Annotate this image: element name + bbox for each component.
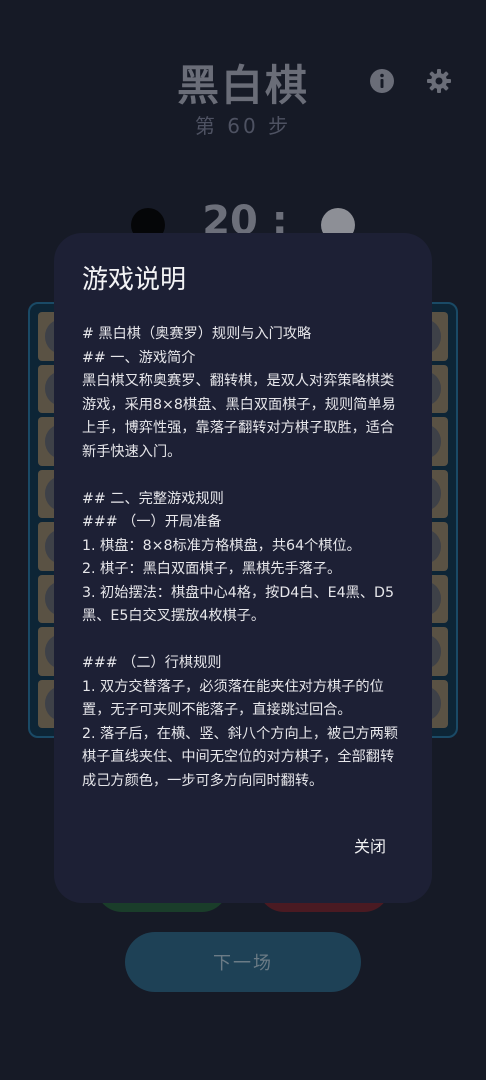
- dialog-text-line: 黑、E5白交叉摆放4枚棋子。: [82, 608, 266, 624]
- dialog-text-line: ## 二、完整游戏规则: [82, 490, 224, 507]
- info-icon[interactable]: [369, 68, 395, 94]
- next-game-button[interactable]: 下一场: [125, 932, 361, 992]
- dialog-text-line: 棋子直线夹住、中间无空位的对方棋子，全部翻转: [82, 749, 395, 765]
- dialog-text-line: 成己方颜色，一步可多方向同时翻转。: [82, 772, 324, 789]
- game-title: 黑白棋: [176, 61, 309, 110]
- instructions-dialog: 游戏说明 # 黑白棋（奥赛罗）规则与入门攻略 ## 一、游戏简介黑白棋又称奥赛罗、…: [54, 233, 432, 903]
- dialog-text-line: ### （一）开局准备: [82, 514, 222, 530]
- dialog-text-line: 黑白棋又称奥赛罗、翻转棋，是双人对弈策略棋类: [82, 373, 395, 389]
- dialog-text-line: 游戏，采用8×8棋盘、黑白双面棋子，规则简单易: [82, 396, 396, 413]
- dialog-text-line: 3. 初始摆法：棋盘中心4格，按D4白、E4黑、D5: [82, 584, 394, 601]
- close-button[interactable]: 关闭: [354, 833, 386, 857]
- gear-icon[interactable]: [426, 68, 452, 94]
- dialog-text-line: 1. 棋盘：8×8标准方格棋盘，共64个棋位。: [82, 537, 361, 554]
- dialog-body: # 黑白棋（奥赛罗）规则与入门攻略 ## 一、游戏简介黑白棋又称奥赛罗、翻转棋，是…: [82, 323, 404, 793]
- dialog-text-line: [82, 629, 404, 653]
- move-counter: 第 60 步: [194, 114, 292, 138]
- dialog-text-line: ## 一、游戏简介: [82, 349, 196, 366]
- dialog-text-line: 1. 双方交替落子，必须落在能夹住对方棋子的位: [82, 678, 384, 695]
- dialog-text-line: # 黑白棋（奥赛罗）规则与入门攻略: [82, 326, 312, 342]
- dialog-text-line: [82, 464, 404, 488]
- dialog-title: 游戏说明: [82, 265, 187, 295]
- dialog-text-line: 2. 棋子：黑白双面棋子，黑棋先手落子。: [82, 561, 342, 577]
- dialog-text-line: 2. 落子后，在横、竖、斜八个方向上，被己方两颗: [82, 725, 398, 742]
- dialog-text-line: ### （二）行棋规则: [82, 655, 222, 671]
- dialog-text-line: 置，无子可夹则不能落子，直接跳过回合。: [82, 702, 352, 718]
- dialog-text-line: 上手，博弈性强，靠落子翻转对方棋子取胜，适合: [82, 420, 395, 436]
- dialog-text-line: 新手快速入门。: [82, 443, 182, 460]
